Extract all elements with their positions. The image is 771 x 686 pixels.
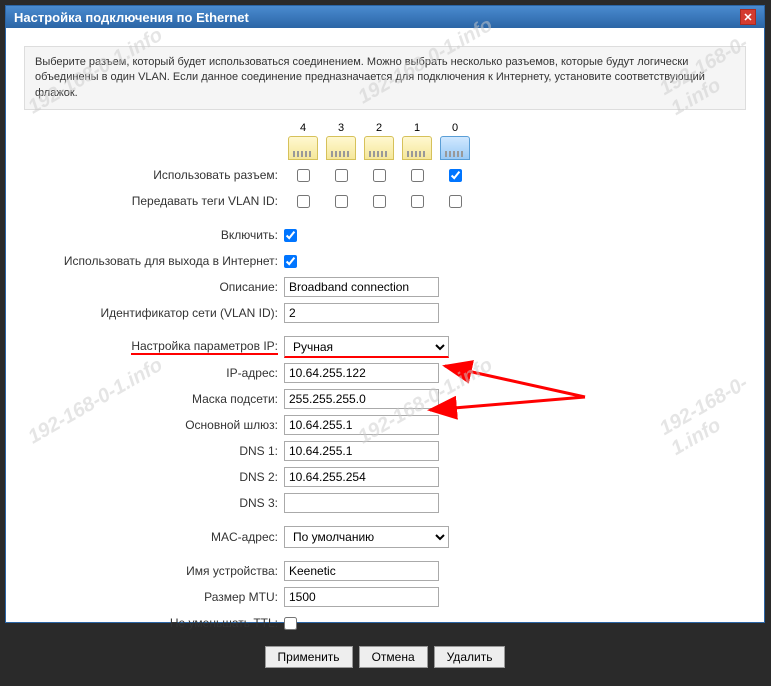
close-icon: ✕ xyxy=(743,11,752,24)
vlanid-input[interactable] xyxy=(284,303,439,323)
label-vlan-tag: Передавать теги VLAN ID: xyxy=(24,194,284,208)
label-ttl: Не уменьшать TTL: xyxy=(24,616,284,630)
use-port-2[interactable] xyxy=(373,169,386,182)
port-icon-2[interactable] xyxy=(364,136,394,160)
internet-checkbox[interactable] xyxy=(284,255,297,268)
port-label-1: 1 xyxy=(414,122,420,134)
cancel-button[interactable]: Отмена xyxy=(359,646,428,668)
label-dns2: DNS 2: xyxy=(24,470,284,484)
port-label-4: 4 xyxy=(300,122,306,134)
port-icon-0[interactable] xyxy=(440,136,470,160)
ttl-checkbox[interactable] xyxy=(284,617,297,630)
port-label-2: 2 xyxy=(376,122,382,134)
label-dns3: DNS 3: xyxy=(24,496,284,510)
window-title: Настройка подключения по Ethernet xyxy=(14,10,249,25)
close-button[interactable]: ✕ xyxy=(740,9,756,25)
port-icon-4[interactable] xyxy=(288,136,318,160)
use-port-0[interactable] xyxy=(449,169,462,182)
port-icon-3[interactable] xyxy=(326,136,356,160)
label-vlanid: Идентификатор сети (VLAN ID): xyxy=(24,306,284,320)
use-port-1[interactable] xyxy=(411,169,424,182)
ipmode-select[interactable]: Ручная xyxy=(284,336,449,358)
info-box: Выберите разъем, который будет использов… xyxy=(24,46,746,110)
label-gateway: Основной шлюз: xyxy=(24,418,284,432)
label-ip: IP-адрес: xyxy=(24,366,284,380)
label-use-port: Использовать разъем: xyxy=(24,168,284,182)
port-icon-1[interactable] xyxy=(402,136,432,160)
label-mtu: Размер MTU: xyxy=(24,590,284,604)
use-port-3[interactable] xyxy=(335,169,348,182)
dns1-input[interactable] xyxy=(284,441,439,461)
description-input[interactable] xyxy=(284,277,439,297)
port-label-0: 0 xyxy=(452,122,458,134)
label-mask: Маска подсети: xyxy=(24,392,284,406)
dialog-window: Настройка подключения по Ethernet ✕ Выбе… xyxy=(5,5,765,623)
label-mac: MAC-адрес: xyxy=(24,530,284,544)
titlebar: Настройка подключения по Ethernet ✕ xyxy=(6,6,764,28)
delete-button[interactable]: Удалить xyxy=(434,646,506,668)
vlan-port-0[interactable] xyxy=(449,195,462,208)
label-description: Описание: xyxy=(24,280,284,294)
ip-input[interactable] xyxy=(284,363,439,383)
port-label-3: 3 xyxy=(338,122,344,134)
vlan-port-1[interactable] xyxy=(411,195,424,208)
mac-select[interactable]: По умолчанию xyxy=(284,526,449,548)
dns2-input[interactable] xyxy=(284,467,439,487)
vlan-port-3[interactable] xyxy=(335,195,348,208)
vlan-port-2[interactable] xyxy=(373,195,386,208)
mtu-input[interactable] xyxy=(284,587,439,607)
label-hostname: Имя устройства: xyxy=(24,564,284,578)
use-port-4[interactable] xyxy=(297,169,310,182)
hostname-input[interactable] xyxy=(284,561,439,581)
dns3-input[interactable] xyxy=(284,493,439,513)
enable-checkbox[interactable] xyxy=(284,229,297,242)
label-enable: Включить: xyxy=(24,228,284,242)
vlan-port-4[interactable] xyxy=(297,195,310,208)
apply-button[interactable]: Применить xyxy=(265,646,353,668)
gateway-input[interactable] xyxy=(284,415,439,435)
mask-input[interactable] xyxy=(284,389,439,409)
label-dns1: DNS 1: xyxy=(24,444,284,458)
label-ipmode: Настройка параметров IP: xyxy=(24,339,284,355)
label-internet: Использовать для выхода в Интернет: xyxy=(24,254,284,268)
